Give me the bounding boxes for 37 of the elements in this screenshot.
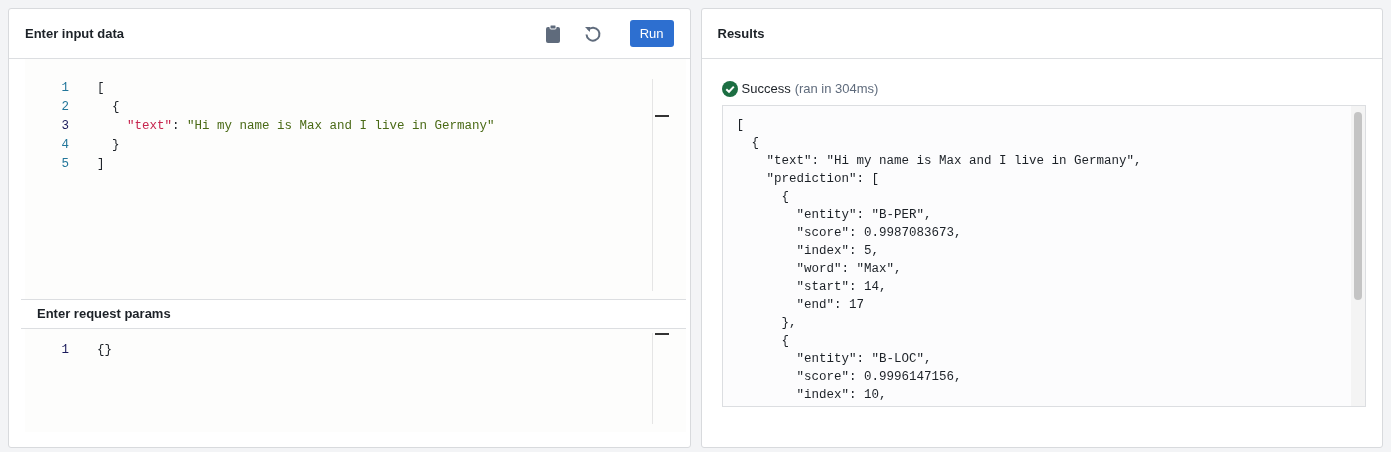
code-line: "index": 10, xyxy=(795,386,888,404)
line-number: 4 xyxy=(60,137,69,155)
code-line: "score": 0.9996147156, xyxy=(795,368,963,386)
code-line: } xyxy=(111,137,120,155)
minimap-marker xyxy=(654,333,669,335)
code-line: { xyxy=(780,332,790,350)
code-line: "start": 14, xyxy=(795,278,888,296)
line-number: 1 xyxy=(60,342,69,360)
code-line: "index": 5, xyxy=(795,242,881,260)
code-line: "score": 0.9987083673, xyxy=(795,224,963,242)
code-line: "text": "Hi my name is Max and I live in Germany", xyxy=(765,152,1143,170)
code-line: "end": 17 xyxy=(795,296,866,314)
code-line: "entity": "B-PER", xyxy=(795,206,933,224)
code-line: "prediction": [ xyxy=(765,170,881,188)
code-line: { xyxy=(780,188,790,206)
code-line: { xyxy=(750,134,760,152)
code-line: }, xyxy=(780,314,798,332)
section-title: Enter request params xyxy=(37,305,171,324)
status-text: Success xyxy=(741,80,791,98)
line-number: 2 xyxy=(60,99,69,117)
code-line: [ xyxy=(736,116,745,134)
panel-title: Enter input data xyxy=(25,24,124,43)
code-line: { xyxy=(111,99,120,117)
run-button[interactable]: Run xyxy=(629,19,674,48)
code-line: "word": "Max", xyxy=(795,260,903,278)
line-number: 3 xyxy=(60,118,69,136)
code-line: {} xyxy=(97,342,112,360)
code-line: "text": "Hi my name is Max and I live in Germany" xyxy=(126,118,495,136)
minimap-marker xyxy=(654,115,669,117)
code-line: "entity": "B-LOC", xyxy=(795,350,933,368)
run-time: (ran in 304ms) xyxy=(794,80,879,98)
code-line: ] xyxy=(97,156,105,174)
line-number: 1 xyxy=(60,80,69,98)
panel-title: Results xyxy=(717,24,765,43)
code-line: [ xyxy=(97,80,105,98)
line-number: 5 xyxy=(60,156,69,174)
scrollbar-thumb[interactable] xyxy=(1354,111,1362,300)
